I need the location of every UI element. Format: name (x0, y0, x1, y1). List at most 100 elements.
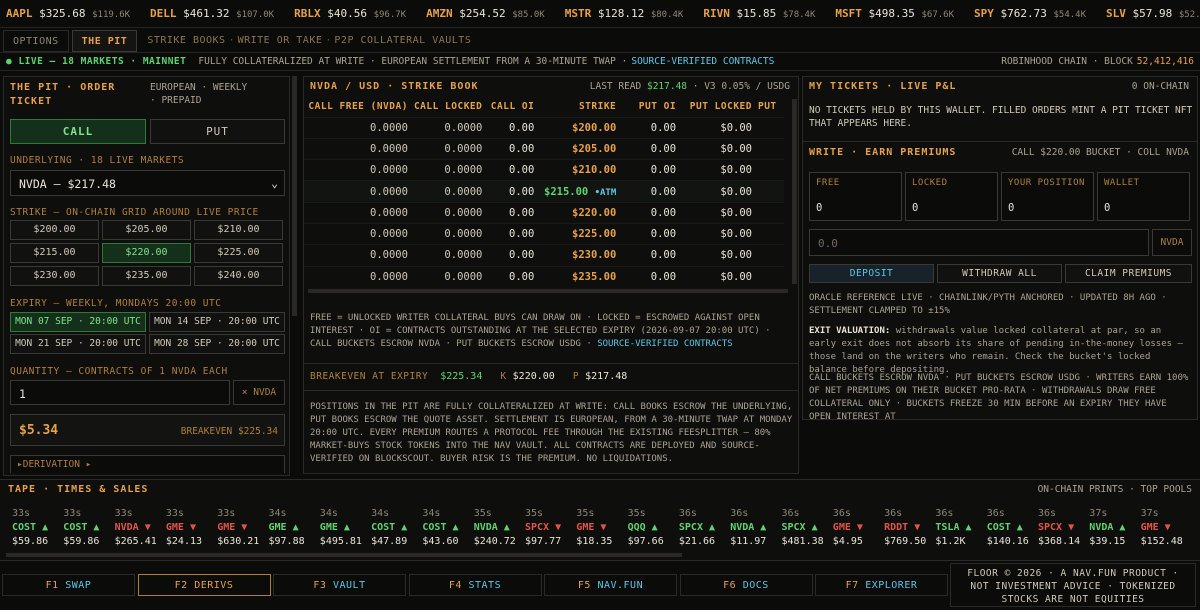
strike-option[interactable]: $240.00 (194, 266, 283, 286)
fkey-docs[interactable]: F6 DOCS (679, 574, 813, 596)
left-scrollbar[interactable] (292, 76, 297, 316)
tab-the-pit[interactable]: THE PIT (71, 29, 138, 52)
tape-symbol-row: NVDA ▲ (730, 521, 780, 535)
fkey-swap[interactable]: F1 SWAP (2, 574, 135, 596)
ticker-item[interactable]: MSTR $128.12 $80.4K (565, 7, 684, 20)
tape-item[interactable]: 36s TSLA ▲ $1.2K (935, 507, 985, 549)
ticker-volume: $119.6K (92, 10, 131, 20)
strike-book-row[interactable]: 0.0000 0.0000 0.00 $225.00 0.00 $0.00 (304, 222, 784, 245)
tape-symbol-row: GME ▼ (833, 521, 883, 535)
tape-item[interactable]: 37s GME ▼ $152.48 (1141, 507, 1191, 549)
expiry-option[interactable]: MON 28 SEP · 20:00 UTC (149, 334, 285, 354)
ticker-item[interactable]: AMZN $254.52 $85.0K (426, 7, 545, 20)
strike-option[interactable]: $235.00 (102, 266, 191, 286)
arrow-up-icon: ▲ (1113, 522, 1126, 533)
fkey-number: F6 (723, 580, 737, 591)
tape-item[interactable]: 36s SPCX ▲ $21.66 (679, 507, 729, 549)
expiry-option[interactable]: MON 21 SEP · 20:00 UTC (10, 334, 146, 354)
tape-symbol: NVDA (730, 522, 755, 533)
tape-item[interactable]: 34s COST ▲ $43.60 (422, 507, 472, 549)
tape-item[interactable]: 36s RDDT ▼ $769.50 (884, 507, 934, 549)
tape-item[interactable]: 34s GME ▲ $495.81 (320, 507, 370, 549)
tape-time: 34s (371, 508, 390, 519)
subtab-strike-books[interactable]: STRIKE BOOKS (147, 35, 225, 46)
fkey-number: F1 (45, 580, 59, 591)
claim-premiums-button[interactable]: CLAIM PREMIUMS (1065, 264, 1192, 283)
tape-item[interactable]: 36s NVDA ▲ $11.97 (730, 507, 780, 549)
strike-option[interactable]: $225.00 (194, 243, 283, 263)
put-button[interactable]: PUT (150, 119, 285, 144)
tab-options[interactable]: OPTIONS (3, 29, 69, 52)
strike-option[interactable]: $210.00 (194, 220, 283, 240)
tape-item[interactable]: 35s GME ▼ $18.35 (576, 507, 626, 549)
source-verified-link[interactable]: SOURCE-VERIFIED CONTRACTS (631, 56, 774, 67)
strike-book-cell: 0.0000 (413, 159, 489, 181)
tape-item[interactable]: 36s COST ▲ $140.16 (987, 507, 1037, 549)
strike-book-row[interactable]: 0.0000 0.0000 0.00 $235.00 0.00 $0.00 (304, 265, 784, 288)
book-legend-link[interactable]: SOURCE-VERIFIED CONTRACTS (597, 339, 732, 349)
tape-item[interactable]: 33s NVDA ▼ $265.41 (115, 507, 165, 549)
tape-symbol: NVDA (473, 522, 498, 533)
fkey-vault[interactable]: F3 VAULT (273, 574, 406, 596)
strike-option[interactable]: $230.00 (10, 266, 99, 286)
call-button[interactable]: CALL (10, 119, 146, 144)
fkey-label: EXPLORER (865, 580, 918, 591)
ticker-item[interactable]: SLV $57.98 $52.1K (1106, 7, 1200, 20)
strike-book-cell: 0.00 (488, 159, 541, 181)
fkey-derivs[interactable]: F2 DERIVS (137, 574, 271, 596)
tape-item[interactable]: 33s COST ▲ $59.86 (12, 507, 62, 549)
strike-book-row[interactable]: 0.0000 0.0000 0.00 $205.00 0.00 $0.00 (304, 137, 784, 160)
ticker-item[interactable]: SPY $762.73 $54.4K (974, 7, 1086, 20)
strike-option[interactable]: $200.00 (10, 220, 99, 240)
quantity-input[interactable]: 1 (10, 380, 230, 405)
tape-symbol-row: GME ▼ (217, 521, 267, 535)
tape-price: $97.66 (627, 536, 664, 547)
ticker-item[interactable]: AAPL $325.68 $119.6K (6, 7, 130, 20)
expiry-option[interactable]: MON 07 SEP · 20:00 UTC (10, 312, 146, 332)
tape-item[interactable]: 36s SPCX ▼ $368.14 (1038, 507, 1088, 549)
strike-option[interactable]: $205.00 (102, 220, 191, 240)
subtab-write-or-take[interactable]: WRITE OR TAKE (238, 35, 323, 46)
deposit-button[interactable]: DEPOSIT (809, 264, 934, 283)
tape-item[interactable]: 33s GME ▼ $630.21 (217, 507, 267, 549)
derivation-toggle[interactable]: ▸DERIVATION ▸ (10, 455, 285, 473)
tape-symbol: COST (371, 522, 396, 533)
strike-book-row[interactable]: 0.0000 0.0000 0.00 $230.00 0.00 $0.00 (304, 244, 784, 267)
expiry-option[interactable]: MON 14 SEP · 20:00 UTC (149, 312, 285, 332)
ticker-item[interactable]: DELL $461.32 $107.0K (150, 7, 274, 20)
exit-valuation-label: EXIT VALUATION: (809, 326, 891, 336)
tape-time: 33s (63, 508, 82, 519)
tape-item[interactable]: 35s SPCX ▼ $97.77 (525, 507, 575, 549)
strike-option[interactable]: $220.00 (102, 243, 191, 263)
tape-scrollbar[interactable] (6, 553, 682, 557)
strike-book-row[interactable]: 0.0000 0.0000 0.00 $210.00 0.00 $0.00 (304, 159, 784, 181)
tape-item[interactable]: 34s COST ▲ $47.89 (371, 507, 421, 549)
tape-item[interactable]: 33s GME ▼ $24.13 (166, 507, 216, 549)
arrow-up-icon: ▲ (805, 522, 818, 533)
ticker-item[interactable]: MSFT $498.35 $67.6K (835, 7, 954, 20)
tape-item[interactable]: 36s GME ▼ $4.95 (833, 507, 883, 549)
subtab-p2p-vaults[interactable]: P2P COLLATERAL VAULTS (334, 35, 471, 46)
book-scrollbar[interactable] (792, 99, 797, 284)
strike-book-row[interactable]: 0.0000 0.0000 0.00 $220.00 0.00 $0.00 (304, 201, 784, 224)
tape-item[interactable]: 33s COST ▲ $59.86 (63, 507, 113, 549)
tape-item[interactable]: 34s GME ▲ $97.88 (269, 507, 319, 549)
ticker-item[interactable]: RBLX $40.56 $96.7K (294, 7, 406, 20)
book-h-scrollbar[interactable] (308, 289, 788, 293)
ticker-item[interactable]: RIVN $15.85 $78.4K (703, 7, 815, 20)
arrow-up-icon: ▲ (337, 522, 350, 533)
strike-book-row[interactable]: 0.0000 0.0000 0.00 $200.00 0.00 $0.00 (304, 116, 784, 139)
tape-item[interactable]: 37s NVDA ▲ $39.15 (1089, 507, 1139, 549)
tape-item[interactable]: 35s NVDA ▲ $240.72 (474, 507, 524, 549)
tape-item[interactable]: 35s QQQ ▲ $97.66 (628, 507, 678, 549)
fkey-nav-fun[interactable]: F5 NAV.FUN (544, 574, 677, 596)
tape-item[interactable]: 36s SPCX ▲ $481.38 (782, 507, 832, 549)
withdraw-all-button[interactable]: WITHDRAW ALL (937, 264, 1062, 283)
strike-book-row[interactable]: 0.0000 0.0000 0.00 $215.00 •ATM 0.00 $0.00 (304, 180, 784, 203)
underlying-select[interactable]: NVDA — $217.48 ⌄ (10, 170, 285, 196)
amount-input[interactable]: 0.0 (809, 229, 1149, 256)
fkey-stats[interactable]: F4 STATS (408, 574, 542, 596)
strike-option[interactable]: $215.00 (10, 243, 99, 263)
fkey-explorer[interactable]: F7 EXPLORER (815, 574, 948, 596)
footer-line-2: NOT INVESTMENT ADVICE · TOKENIZED (970, 581, 1176, 592)
